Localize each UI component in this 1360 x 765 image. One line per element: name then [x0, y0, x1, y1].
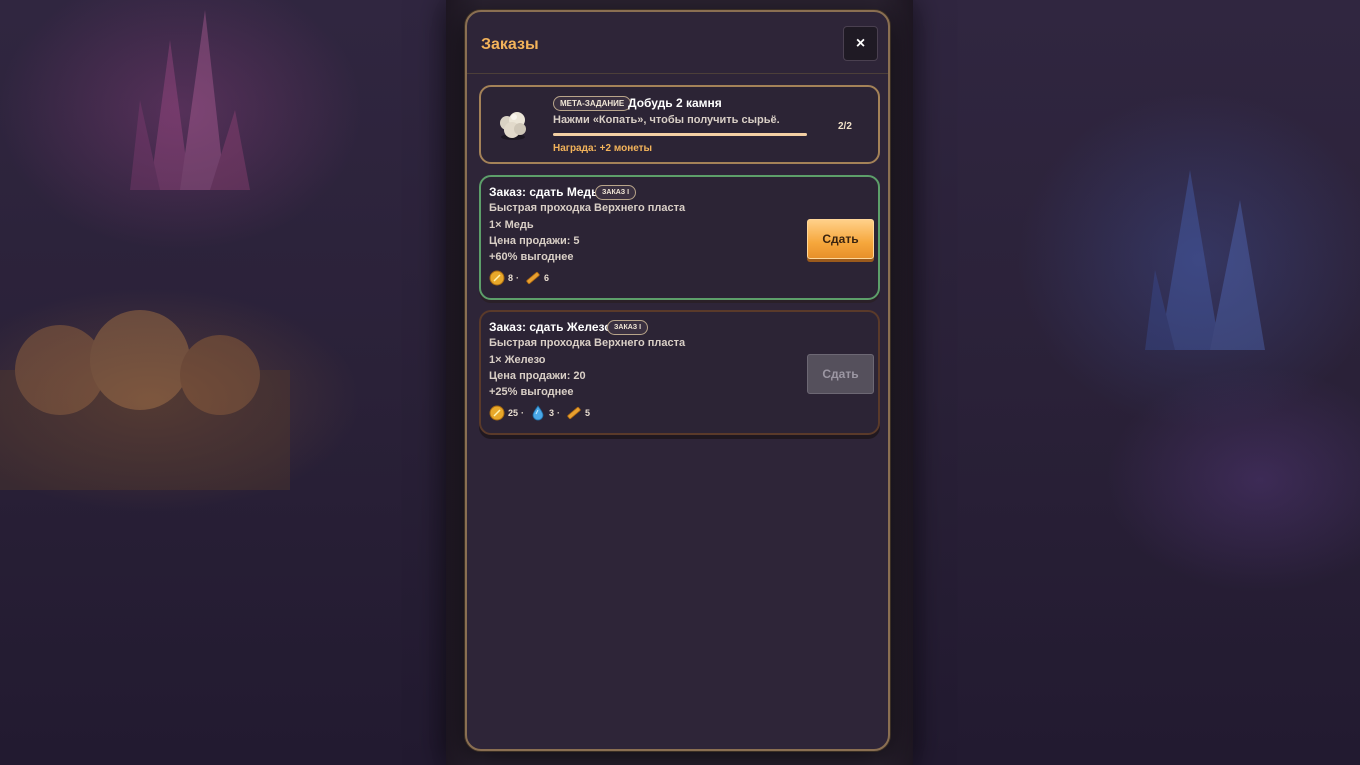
- reward-value: 5: [585, 408, 591, 418]
- reward-value: 6: [544, 273, 550, 283]
- meta-task-description: Нажми «Копать», чтобы получить сырьё.: [553, 114, 780, 126]
- reward-separator: ·: [557, 408, 561, 418]
- order-card-iron: Заказ: сдать Железо ЗАКАЗ I Быстрая прох…: [479, 310, 880, 435]
- order-rewards: 8 · 6: [489, 270, 549, 286]
- meta-task-badge: МЕТА-ЗАДАНИЕ: [553, 96, 632, 111]
- order-bonus: +60% выгоднее: [489, 251, 574, 263]
- stone-icon: [500, 112, 526, 140]
- meta-task-progress-fill: [553, 133, 807, 136]
- order-title: Заказ: сдать Медь: [489, 185, 599, 199]
- plank-icon: [526, 271, 540, 285]
- order-tier-badge: ЗАКАЗ I: [607, 320, 649, 335]
- order-tier-badge: ЗАКАЗ I: [595, 185, 637, 200]
- order-quantity: 1× Железо: [489, 354, 546, 366]
- crystal-cluster-right-icon: [1145, 170, 1265, 350]
- close-button[interactable]: ×: [843, 26, 878, 61]
- modal-header: Заказы ×: [467, 12, 888, 74]
- crystal-cluster-left-icon: [130, 10, 250, 190]
- modal-title: Заказы: [481, 36, 539, 53]
- crystal-icon: [532, 405, 544, 421]
- order-price: Цена продажи: 20: [489, 370, 586, 382]
- order-subtitle: Быстрая проходка Верхнего пласта: [489, 202, 686, 214]
- reward-value: 8: [508, 273, 514, 283]
- meta-task-title: Добудь 2 камня: [628, 96, 722, 110]
- meta-task-progress-count: 2/2: [838, 121, 852, 132]
- submit-order-button[interactable]: Сдать: [807, 219, 874, 259]
- order-title: Заказ: сдать Железо: [489, 320, 612, 334]
- coin-icon: [489, 270, 505, 286]
- order-quantity: 1× Медь: [489, 219, 534, 231]
- meta-task-card: МЕТА-ЗАДАНИЕ Добудь 2 камня Нажми «Копат…: [479, 85, 880, 164]
- plank-icon: [567, 406, 581, 420]
- reward-value: 3: [549, 408, 555, 418]
- reward-separator: ·: [521, 408, 525, 418]
- order-subtitle: Быстрая проходка Верхнего пласта: [489, 337, 686, 349]
- reward-separator: ·: [516, 273, 520, 283]
- ore-cart-icon: [0, 310, 290, 490]
- order-rewards: 25 · 3 · 5: [489, 405, 590, 421]
- meta-task-progress-bar: [553, 133, 807, 136]
- coin-icon: [489, 405, 505, 421]
- order-bonus: +25% выгоднее: [489, 386, 574, 398]
- order-price: Цена продажи: 5: [489, 235, 580, 247]
- meta-task-reward: Награда: +2 монеты: [553, 143, 653, 154]
- reward-value: 25: [508, 408, 519, 418]
- order-card-copper: Заказ: сдать Медь ЗАКАЗ I Быстрая проход…: [479, 175, 880, 300]
- orders-modal: Заказы × МЕТА-ЗАДАНИЕ Добудь 2 камня Наж…: [465, 10, 890, 751]
- submit-order-button-disabled[interactable]: Сдать: [807, 354, 874, 394]
